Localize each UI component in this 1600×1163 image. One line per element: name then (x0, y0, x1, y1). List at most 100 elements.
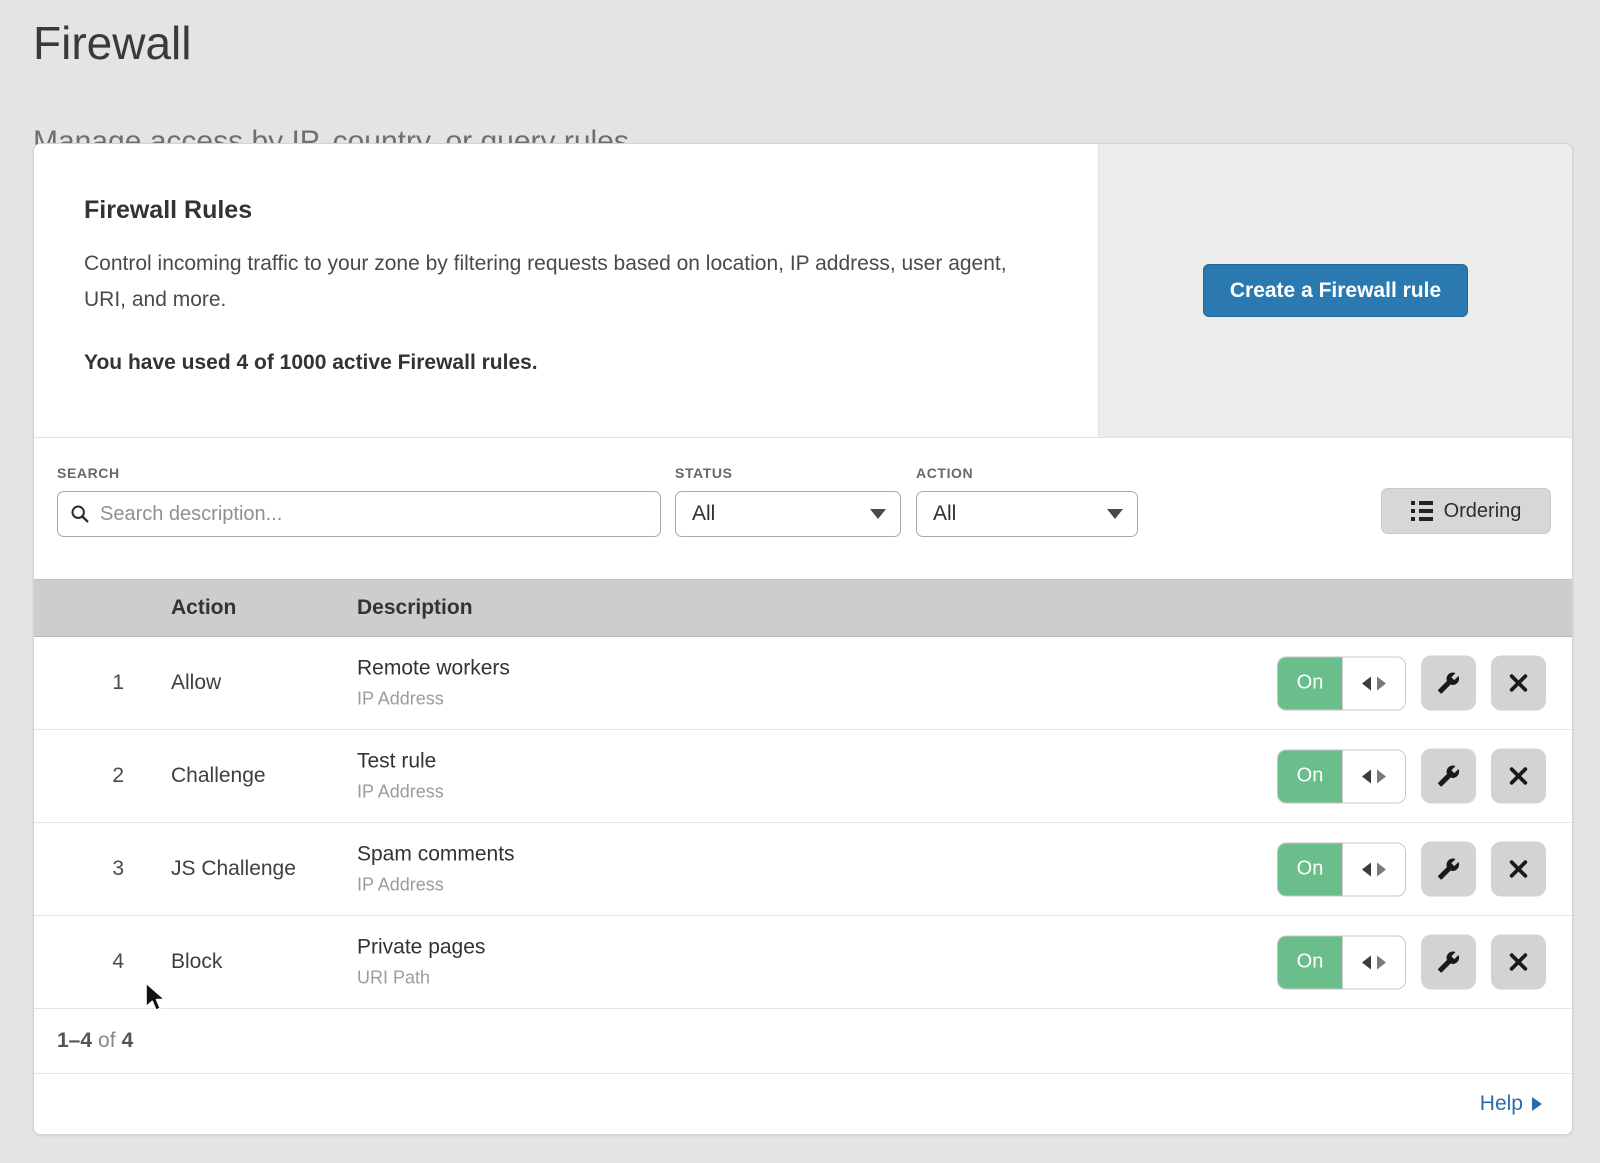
rule-action: Challenge (171, 730, 266, 822)
arrow-right-icon (1532, 1097, 1542, 1111)
rule-enabled-toggle[interactable]: On (1277, 935, 1406, 989)
create-firewall-rule-button[interactable]: Create a Firewall rule (1203, 264, 1468, 317)
rule-description-cell: Spam comments IP Address (357, 843, 515, 896)
close-icon (1508, 673, 1529, 694)
wrench-icon (1437, 672, 1460, 695)
status-select-value: All (692, 502, 715, 526)
edit-rule-button[interactable] (1421, 935, 1476, 990)
rule-priority: 2 (34, 730, 124, 822)
pagination-of-text: of (98, 1029, 116, 1053)
rule-description-cell: Remote workers IP Address (357, 657, 510, 710)
rule-enabled-toggle[interactable]: On (1277, 842, 1406, 896)
ordering-button-label: Ordering (1444, 500, 1522, 523)
rule-match-type: URI Path (357, 968, 485, 989)
page-title: Firewall (33, 20, 191, 66)
arrow-left-icon (1362, 676, 1371, 690)
chevron-down-icon (1107, 509, 1123, 519)
arrow-right-icon (1377, 769, 1386, 783)
rules-card-intro: Firewall Rules Control incoming traffic … (34, 144, 1098, 437)
delete-rule-button[interactable] (1491, 842, 1546, 897)
pagination-bar: 1–4 of 4 (34, 1009, 1572, 1074)
toggle-on-segment[interactable]: On (1278, 657, 1342, 709)
rule-row: 3 JS Challenge Spam comments IP Address … (34, 823, 1572, 916)
rule-priority: 3 (34, 823, 124, 915)
edit-rule-button[interactable] (1421, 656, 1476, 711)
arrow-right-icon (1377, 862, 1386, 876)
rule-description: Remote workers (357, 657, 510, 681)
close-icon (1508, 952, 1529, 973)
search-label: SEARCH (57, 465, 120, 481)
rule-enabled-toggle[interactable]: On (1277, 656, 1406, 710)
rule-action: Allow (171, 637, 221, 729)
rule-controls: On (1277, 749, 1546, 804)
delete-rule-button[interactable] (1491, 935, 1546, 990)
rule-action: Block (171, 916, 222, 1008)
arrow-left-icon (1362, 769, 1371, 783)
pagination-range: 1–4 (57, 1029, 92, 1053)
rule-action: JS Challenge (171, 823, 296, 915)
arrow-left-icon (1362, 862, 1371, 876)
delete-rule-button[interactable] (1491, 656, 1546, 711)
action-select[interactable]: All (916, 491, 1138, 537)
status-select[interactable]: All (675, 491, 901, 537)
rule-controls: On (1277, 935, 1546, 990)
action-select-value: All (933, 502, 956, 526)
arrow-right-icon (1377, 676, 1386, 690)
action-label: ACTION (916, 465, 973, 481)
column-header-description: Description (357, 580, 473, 636)
rule-row: 4 Block Private pages URI Path On (34, 916, 1572, 1009)
rule-match-type: IP Address (357, 782, 444, 803)
wrench-icon (1437, 765, 1460, 788)
search-input[interactable] (100, 503, 648, 526)
rule-match-type: IP Address (357, 875, 515, 896)
delete-rule-button[interactable] (1491, 749, 1546, 804)
rule-description-cell: Test rule IP Address (357, 750, 444, 803)
firewall-rules-description: Control incoming traffic to your zone by… (84, 246, 1034, 318)
wrench-icon (1437, 858, 1460, 881)
close-icon (1508, 859, 1529, 880)
toggle-arrows-segment[interactable] (1342, 750, 1405, 802)
rule-description: Private pages (357, 936, 485, 960)
rule-row: 1 Allow Remote workers IP Address On (34, 637, 1572, 730)
rules-card-top-section: Firewall Rules Control incoming traffic … (34, 144, 1572, 438)
rule-description: Spam comments (357, 843, 515, 867)
edit-rule-button[interactable] (1421, 842, 1476, 897)
ordered-list-icon (1411, 501, 1433, 521)
rule-priority: 4 (34, 916, 124, 1008)
arrow-right-icon (1377, 955, 1386, 969)
close-icon (1508, 766, 1529, 787)
toggle-arrows-segment[interactable] (1342, 843, 1405, 895)
pagination-total: 4 (122, 1029, 134, 1053)
column-header-action: Action (171, 580, 236, 636)
toggle-on-segment[interactable]: On (1278, 936, 1342, 988)
help-link-label: Help (1480, 1092, 1523, 1116)
ordering-button[interactable]: Ordering (1381, 488, 1551, 534)
rules-card-aside: Create a Firewall rule (1098, 144, 1572, 437)
help-link[interactable]: Help (1480, 1092, 1542, 1116)
wrench-icon (1437, 951, 1460, 974)
rule-match-type: IP Address (357, 689, 510, 710)
arrow-left-icon (1362, 955, 1371, 969)
toggle-on-segment[interactable]: On (1278, 750, 1342, 802)
rules-table-header: Action Description (34, 579, 1572, 637)
rule-description: Test rule (357, 750, 444, 774)
filters-bar: SEARCH STATUS All ACTION All (34, 438, 1572, 579)
firewall-rules-usage: You have used 4 of 1000 active Firewall … (84, 351, 1038, 375)
rule-row: 2 Challenge Test rule IP Address On (34, 730, 1572, 823)
status-label: STATUS (675, 465, 733, 481)
rule-priority: 1 (34, 637, 124, 729)
toggle-on-segment[interactable]: On (1278, 843, 1342, 895)
firewall-page: Firewall Manage access by IP, country, o… (0, 0, 1600, 1163)
search-box[interactable] (57, 491, 661, 537)
rule-description-cell: Private pages URI Path (357, 936, 485, 989)
rule-controls: On (1277, 842, 1546, 897)
help-bar: Help (34, 1074, 1572, 1134)
toggle-arrows-segment[interactable] (1342, 936, 1405, 988)
edit-rule-button[interactable] (1421, 749, 1476, 804)
firewall-rules-card: Firewall Rules Control incoming traffic … (33, 143, 1573, 1135)
rule-controls: On (1277, 656, 1546, 711)
toggle-arrows-segment[interactable] (1342, 657, 1405, 709)
rule-enabled-toggle[interactable]: On (1277, 749, 1406, 803)
chevron-down-icon (870, 509, 886, 519)
firewall-rules-heading: Firewall Rules (84, 196, 1038, 225)
